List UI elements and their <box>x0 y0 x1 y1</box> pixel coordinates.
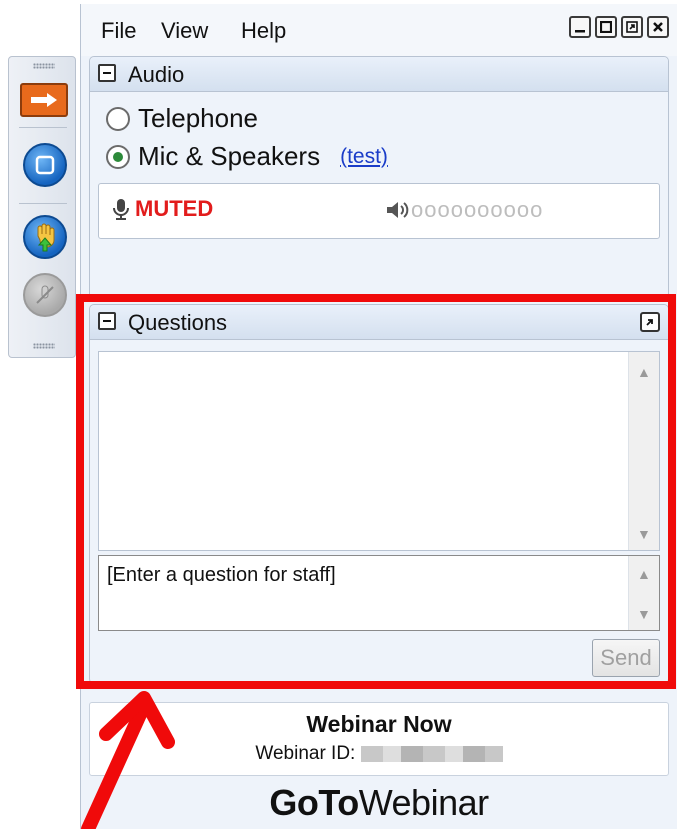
mic-speakers-option[interactable]: Mic & Speakers (test) <box>106 141 388 172</box>
menu-bar: File View Help <box>81 4 677 56</box>
audio-panel-header: Audio <box>90 57 668 92</box>
speaker-icon <box>387 202 409 218</box>
test-audio-link[interactable]: (test) <box>340 145 388 169</box>
toolbar-divider <box>19 203 67 204</box>
speaker-level-meter: oooooooooo <box>411 197 544 222</box>
minimize-button[interactable] <box>569 16 591 38</box>
toolbar-grip-bottom[interactable] <box>33 343 55 349</box>
menu-view[interactable]: View <box>161 18 208 44</box>
telephone-option[interactable]: Telephone <box>106 103 258 134</box>
maximize-icon <box>600 21 612 33</box>
window-controls <box>569 16 669 38</box>
annotation-arrow-icon <box>81 691 175 829</box>
mic-off-icon <box>36 285 54 304</box>
popout-window-button[interactable] <box>621 16 643 38</box>
audio-panel-title: Audio <box>128 62 185 87</box>
audio-status-box: MUTED oooooooooo <box>98 183 660 239</box>
mic-speakers-label: Mic & Speakers <box>138 141 321 171</box>
muted-label: MUTED <box>135 196 214 221</box>
collapse-panel-button[interactable] <box>20 83 68 117</box>
menu-help[interactable]: Help <box>241 18 286 44</box>
collapse-audio-button[interactable] <box>98 64 116 82</box>
close-button[interactable] <box>647 16 669 38</box>
menu-file[interactable]: File <box>101 18 136 44</box>
logo-goto: GoTo <box>269 782 359 823</box>
speaker-level: oooooooooo <box>385 197 543 223</box>
screen-icon <box>35 155 55 175</box>
webinar-id-label: Webinar ID: <box>255 743 356 764</box>
microphone-icon <box>113 199 129 220</box>
arrow-right-icon <box>31 93 57 107</box>
minimize-icon <box>575 30 585 33</box>
redacted-webinar-id <box>360 745 503 762</box>
mic-status: MUTED <box>111 196 213 222</box>
annotation-highlight-box <box>76 294 676 689</box>
mute-mic-button[interactable] <box>23 273 67 317</box>
raise-hand-icon <box>37 223 55 252</box>
telephone-radio[interactable] <box>106 106 130 131</box>
toolbar-divider <box>19 127 67 128</box>
audio-panel: Audio Telephone Mic & Speakers (test) MU… <box>89 56 669 300</box>
mic-speakers-radio[interactable] <box>106 144 130 169</box>
raise-hand-button[interactable] <box>23 215 67 259</box>
show-screen-button[interactable] <box>23 143 67 187</box>
popout-icon <box>626 21 638 33</box>
side-toolbar <box>8 56 76 358</box>
telephone-label: Telephone <box>138 103 258 133</box>
toolbar-grip-top[interactable] <box>33 63 55 69</box>
close-icon <box>653 22 663 32</box>
maximize-button[interactable] <box>595 16 617 38</box>
logo-webinar: Webinar <box>358 782 489 823</box>
